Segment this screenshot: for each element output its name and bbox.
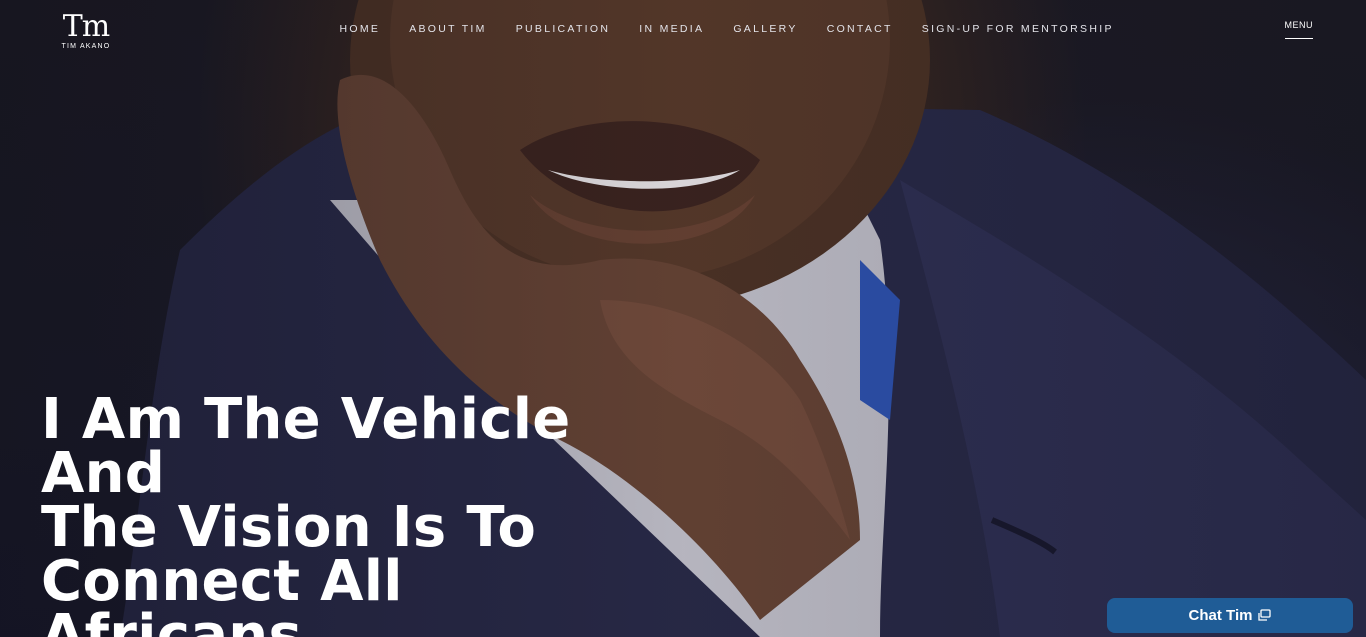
nav-item-contact[interactable]: CONTACT	[812, 23, 907, 35]
chat-window-icon	[1258, 609, 1272, 621]
hero-section: Tm TIM AKANO HOME ABOUT TIM PUBLICATION …	[0, 0, 1366, 637]
nav-item-home[interactable]: HOME	[325, 23, 395, 35]
headline-line-3: Connect All Africans	[41, 549, 403, 637]
hero-headline: I Am The Vehicle And The Vision Is To Co…	[41, 392, 681, 637]
menu-underline	[1284, 38, 1313, 39]
logo-mark: Tm	[62, 9, 110, 44]
site-logo[interactable]: Tm TIM AKANO	[58, 9, 114, 51]
chat-button-label: Chat Tim	[1188, 607, 1253, 624]
menu-button[interactable]: MENU	[1284, 20, 1314, 39]
menu-label: MENU	[1284, 20, 1313, 30]
chat-button[interactable]: Chat Tim	[1107, 598, 1353, 633]
nav-item-publication[interactable]: PUBLICATION	[501, 23, 625, 35]
nav-item-gallery[interactable]: GALLERY	[719, 23, 812, 35]
nav-item-in-media[interactable]: IN MEDIA	[625, 23, 719, 35]
main-navigation: HOME ABOUT TIM PUBLICATION IN MEDIA GALL…	[325, 23, 1128, 35]
headline-line-1: I Am The Vehicle And	[41, 387, 571, 506]
nav-item-mentorship-signup[interactable]: SIGN-UP FOR MENTORSHIP	[907, 23, 1128, 35]
nav-item-about-tim[interactable]: ABOUT TIM	[395, 23, 502, 35]
logo-text: TIM AKANO	[61, 43, 111, 50]
